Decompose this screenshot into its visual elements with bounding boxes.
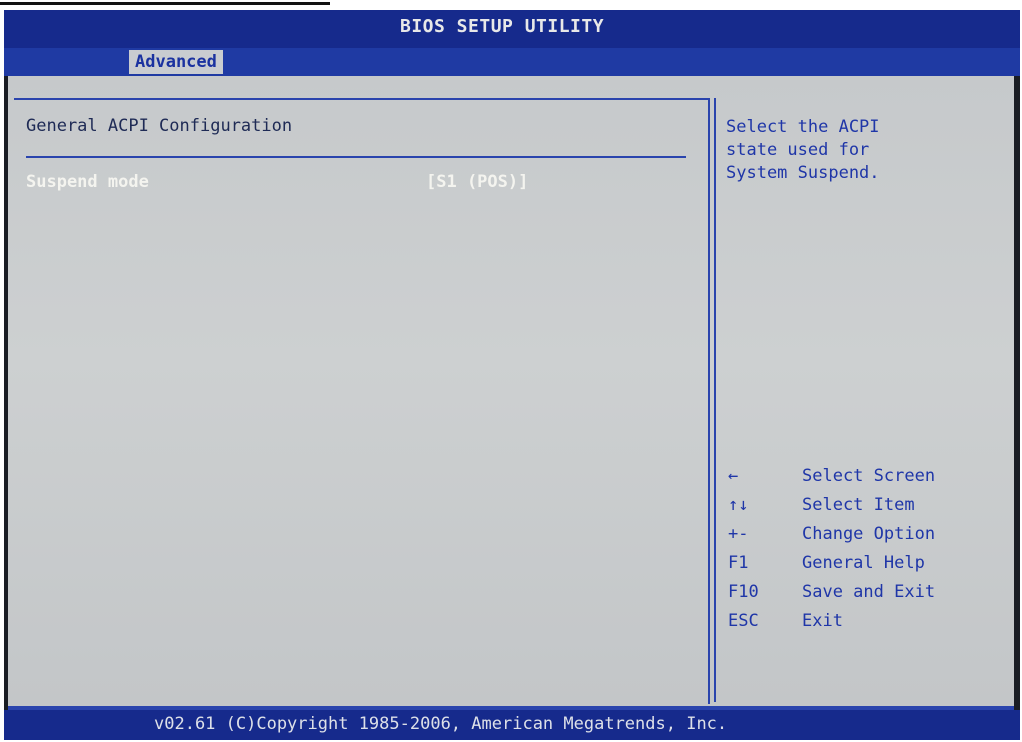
help-panel: Select the ACPI state used for System Su… [716,98,1014,702]
bios-screen: BIOS SETUP UTILITY Advanced General ACPI… [4,10,1020,740]
footer-bar: v02.61 (C)Copyright 1985-2006, American … [4,710,1020,740]
tab-bar: Advanced [4,48,1020,76]
key-f1: F1 [728,553,749,573]
document-rule [0,2,330,5]
section-title: General ACPI Configuration [26,116,293,136]
key-action: Save and Exit [802,582,936,602]
plus-minus-icon: +- [728,524,749,544]
help-description: Select the ACPI state used for System Su… [726,117,880,183]
copyright-text: v02.61 (C)Copyright 1985-2006, American … [154,714,728,734]
key-action: Select Screen [802,466,936,486]
key-action: Select Item [802,495,915,515]
left-arrow-icon: ← [728,466,739,486]
key-action: Change Option [802,524,936,544]
key-esc: ESC [728,611,759,631]
key-f10: F10 [728,582,759,602]
option-label: Suspend mode [26,172,149,192]
key-action: General Help [802,553,925,573]
option-suspend-mode[interactable]: Suspend mode [S1 (POS)] [26,172,686,202]
title-bar: BIOS SETUP UTILITY [4,10,1020,48]
window-title: BIOS SETUP UTILITY [400,16,605,37]
tab-advanced[interactable]: Advanced [129,50,223,74]
option-value[interactable]: [S1 (POS)] [426,172,528,192]
key-action: Exit [802,611,843,631]
section-divider [26,156,686,158]
up-down-arrows-icon: ↑↓ [728,495,749,515]
content-area: General ACPI Configuration Suspend mode … [8,76,1014,706]
